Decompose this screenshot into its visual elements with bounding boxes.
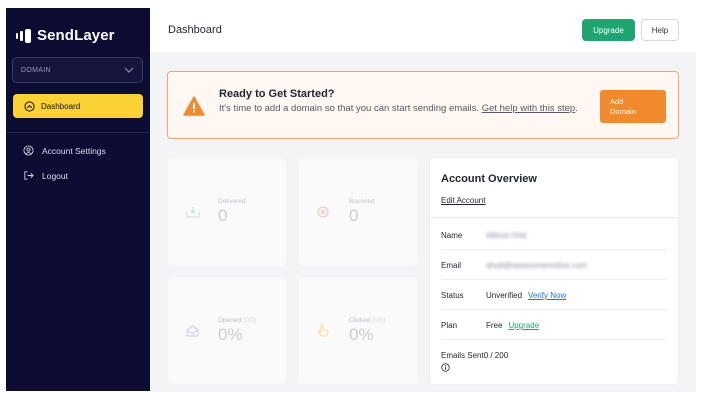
stat-label-sub: (0/0) [242,317,257,324]
stat-label: Opened (0/0) [218,317,256,324]
overview-row-status: Status Unverified Verify Now [441,280,667,310]
overview-divider [430,217,678,218]
overview-label: Status [441,291,464,300]
add-domain-line1: Add [610,97,624,106]
stat-card-clicked: Clicked (0/0) 0% [299,277,417,384]
overview-label: Plan [441,321,458,330]
stat-label: Delivered [218,198,246,205]
account-plan: Free Upgrade [486,321,539,330]
help-step-link[interactable]: Get help with this step [482,103,575,114]
sidebar-item-logout[interactable]: Logout [23,170,68,181]
verify-now-link[interactable]: Verify Now [528,291,566,300]
dashboard-icon [24,100,35,112]
emails-sent-label: Emails Sent [441,351,484,360]
user-circle-icon [23,145,34,156]
stat-value: 0 [349,206,359,225]
emails-sent-value: 0 / 200 [483,351,509,360]
info-icon[interactable] [441,363,450,372]
chevron-down-icon [124,67,134,73]
upgrade-button[interactable]: Upgrade [582,19,635,41]
emails-sent: Emails Sent0 / 200 [441,351,508,360]
warning-triangle-icon [183,96,205,116]
stat-label-text: Opened [218,317,242,324]
stat-label-sub: (0/0) [372,317,386,324]
domain-select-value: DOMAIN [21,66,51,74]
alert-title: Ready to Get Started? [219,88,335,100]
overview-label: Name [441,231,463,240]
page-title: Dashboard [168,24,222,36]
alert-message-period: . [575,103,578,114]
stat-label: Bounced [349,198,375,205]
add-domain-button[interactable]: Add Domain [600,90,666,123]
overview-row-name: Name Allison Hott [441,220,667,250]
alert-message-text: It's time to add a domain so that you ca… [219,103,480,114]
stat-label: Clicked (0/0) [349,317,386,324]
get-started-alert: Ready to Get Started? It's time to add a… [167,71,679,139]
sidebar-item-label: Account Settings [42,145,106,156]
alert-message: It's time to add a domain so that you ca… [219,102,579,115]
envelope-open-icon [186,325,199,337]
account-overview-title: Account Overview [441,173,537,185]
sidebar: SendLayer DOMAIN Dashboard Account Setti… [6,8,150,391]
account-overview-card: Account Overview Edit Account Name Allis… [430,158,678,384]
x-circle-icon [317,206,329,218]
brand-name: SendLayer [37,27,115,44]
stat-card-opened: Opened (0/0) 0% [168,277,286,384]
pointer-hand-icon [317,324,329,337]
overview-row-email: Email ahott@awesomemotive.com [441,250,667,280]
sidebar-item-account-settings[interactable]: Account Settings [23,145,106,156]
account-status-value: Unverified [486,291,523,300]
inbox-download-icon [186,207,200,218]
domain-select[interactable]: DOMAIN [12,57,143,83]
add-domain-line2: Domain [610,107,636,116]
stat-value: 0 [218,206,228,225]
stat-label-text: Clicked [349,317,371,324]
stat-value: 0% [349,325,374,344]
stat-value: 0% [218,325,243,344]
account-name-value: Allison Hott [486,231,527,240]
account-status: Unverified Verify Now [486,291,566,300]
account-plan-value: Free [486,321,503,330]
sidebar-divider [6,132,150,133]
stat-card-delivered: Delivered 0 [168,159,286,266]
sidebar-item-label: Logout [42,170,68,181]
sidebar-item-label: Dashboard [41,101,81,111]
overview-label: Email [441,261,462,270]
account-email-value: ahott@awesomemotive.com [486,261,588,270]
overview-row-plan: Plan Free Upgrade [441,310,667,340]
help-button[interactable]: Help [641,19,679,41]
brand-logo[interactable]: SendLayer [16,27,115,44]
sidebar-item-dashboard[interactable]: Dashboard [13,94,143,118]
sendlayer-logo-icon [16,28,31,43]
plan-upgrade-link[interactable]: Upgrade [508,321,539,330]
stat-card-bounced: Bounced 0 [299,159,417,266]
edit-account-link[interactable]: Edit Account [441,196,485,205]
logout-icon [23,170,34,181]
